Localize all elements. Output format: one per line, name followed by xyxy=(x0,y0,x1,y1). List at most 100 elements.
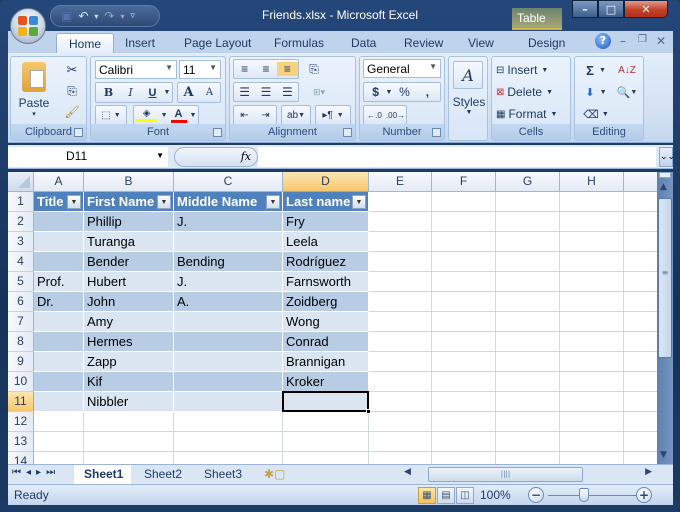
row-header-3[interactable]: 3 xyxy=(8,232,34,252)
table-cell[interactable] xyxy=(34,252,84,272)
number-format-combo[interactable]: General ▼ xyxy=(363,59,441,78)
tab-design[interactable]: Design xyxy=(528,33,565,53)
vertical-scroll-thumb[interactable]: ≡ xyxy=(658,198,672,358)
format-cells-button[interactable]: ▦ Format ▼ xyxy=(496,104,557,124)
table-header-cell[interactable]: First Name ▼ xyxy=(84,192,174,212)
row-header-11[interactable]: 11 xyxy=(8,392,34,412)
prev-sheet-icon[interactable]: ◂ xyxy=(26,467,36,478)
page-break-view-icon[interactable]: ◫ xyxy=(456,487,474,504)
clear-button[interactable]: ⌫ ▼ xyxy=(581,104,611,124)
workbook-minimize-button[interactable]: – xyxy=(620,34,626,48)
paste-button[interactable]: Paste ▾ xyxy=(15,61,53,119)
cell[interactable] xyxy=(624,312,657,332)
cell[interactable] xyxy=(624,352,657,372)
table-cell[interactable]: Fry xyxy=(283,212,369,232)
sheet-tab-sheet1[interactable]: Sheet1 xyxy=(74,465,132,484)
table-cell[interactable]: Turanga xyxy=(84,232,174,252)
table-cell[interactable] xyxy=(34,392,84,412)
table-cell[interactable]: J. xyxy=(174,212,283,232)
normal-view-icon[interactable]: ▦ xyxy=(418,487,436,504)
table-cell[interactable]: Hermes xyxy=(84,332,174,352)
bold-button[interactable]: B xyxy=(98,86,120,99)
cut-icon[interactable]: ✂ xyxy=(63,61,81,79)
cell[interactable] xyxy=(560,212,624,232)
cell[interactable] xyxy=(560,352,624,372)
cell[interactable] xyxy=(369,432,432,452)
help-icon[interactable]: ? xyxy=(595,33,611,49)
font-color-dropdown-icon[interactable]: ▼ xyxy=(190,112,197,119)
align-right-icon[interactable]: ☰ xyxy=(277,85,298,99)
cell[interactable] xyxy=(624,192,657,212)
cell[interactable] xyxy=(624,412,657,432)
cell[interactable] xyxy=(496,432,560,452)
cell[interactable] xyxy=(624,432,657,452)
cell[interactable] xyxy=(560,232,624,252)
table-tools-context-tab[interactable]: Table ... xyxy=(512,8,562,39)
cell[interactable] xyxy=(369,192,432,212)
table-cell[interactable]: Zoidberg xyxy=(283,292,369,312)
zoom-in-icon[interactable]: + xyxy=(636,487,652,503)
cell[interactable] xyxy=(496,232,560,252)
next-sheet-icon[interactable]: ▸ xyxy=(36,467,46,478)
orientation-button[interactable]: ab ▼ xyxy=(281,105,311,125)
scroll-up-icon[interactable]: ▲ xyxy=(660,182,667,192)
tab-view[interactable]: View xyxy=(468,33,494,53)
table-cell[interactable] xyxy=(174,352,283,372)
cell[interactable] xyxy=(34,452,84,464)
cell[interactable] xyxy=(174,412,283,432)
cell[interactable] xyxy=(369,312,432,332)
workbook-close-button[interactable]: ✕ xyxy=(656,34,666,48)
table-cell[interactable]: Wong xyxy=(283,312,369,332)
table-cell[interactable] xyxy=(174,392,283,412)
increase-decimal-icon[interactable]: ←.0 xyxy=(364,111,385,120)
cell[interactable] xyxy=(432,352,496,372)
clipboard-launcher-icon[interactable] xyxy=(74,128,83,137)
table-cell[interactable]: Hubert xyxy=(84,272,174,292)
cell[interactable] xyxy=(560,312,624,332)
cell[interactable] xyxy=(369,272,432,292)
italic-button[interactable]: I xyxy=(120,86,142,99)
cell[interactable] xyxy=(496,332,560,352)
cell[interactable] xyxy=(432,252,496,272)
table-cell[interactable]: Nibbler xyxy=(84,392,174,412)
cell[interactable] xyxy=(560,292,624,312)
text-direction-button[interactable]: ▸¶ ▼ xyxy=(315,105,351,125)
table-cell[interactable]: Bender xyxy=(84,252,174,272)
cell[interactable] xyxy=(496,392,560,412)
first-sheet-icon[interactable]: ⏮ xyxy=(12,467,26,478)
cell[interactable] xyxy=(496,352,560,372)
table-cell[interactable]: Rodríguez xyxy=(283,252,369,272)
table-cell[interactable]: Farnsworth xyxy=(283,272,369,292)
cell[interactable] xyxy=(369,232,432,252)
number-launcher-icon[interactable] xyxy=(432,128,441,137)
expand-formula-bar-icon[interactable]: ⌄⌄ xyxy=(659,147,675,167)
table-cell[interactable] xyxy=(34,312,84,332)
cell[interactable] xyxy=(560,332,624,352)
table-cell[interactable] xyxy=(174,332,283,352)
worksheet-grid[interactable]: A B C D E F G H 1 Title ▼ First Name ▼ Middle Name ▼ La… xyxy=(8,172,657,464)
column-header-e[interactable]: E xyxy=(369,172,432,192)
decrease-decimal-icon[interactable]: .00→ xyxy=(385,111,406,120)
workbook-restore-button[interactable]: ❐ xyxy=(638,34,647,45)
table-cell[interactable]: Leela xyxy=(283,232,369,252)
sort-filter-button[interactable]: A↓Z xyxy=(613,60,641,80)
table-cell[interactable] xyxy=(34,352,84,372)
cell[interactable] xyxy=(560,392,624,412)
cell[interactable] xyxy=(624,372,657,392)
cell[interactable] xyxy=(432,372,496,392)
column-header-h[interactable]: H xyxy=(560,172,624,192)
row-header-10[interactable]: 10 xyxy=(8,372,34,392)
delete-cells-button[interactable]: ⊠ Delete ▼ xyxy=(496,82,553,102)
cell[interactable] xyxy=(624,332,657,352)
horizontal-scroll-thumb[interactable]: |||| xyxy=(428,467,583,482)
cell[interactable] xyxy=(432,452,496,464)
cell[interactable] xyxy=(432,432,496,452)
column-header-i[interactable] xyxy=(624,172,657,192)
filter-dropdown-icon[interactable]: ▼ xyxy=(352,195,366,209)
scroll-down-icon[interactable]: ▼ xyxy=(660,450,667,460)
cell[interactable] xyxy=(432,292,496,312)
tab-insert[interactable]: Insert xyxy=(125,33,155,53)
cell[interactable] xyxy=(624,452,657,464)
row-header-5[interactable]: 5 xyxy=(8,272,34,292)
zoom-slider[interactable] xyxy=(579,488,589,502)
